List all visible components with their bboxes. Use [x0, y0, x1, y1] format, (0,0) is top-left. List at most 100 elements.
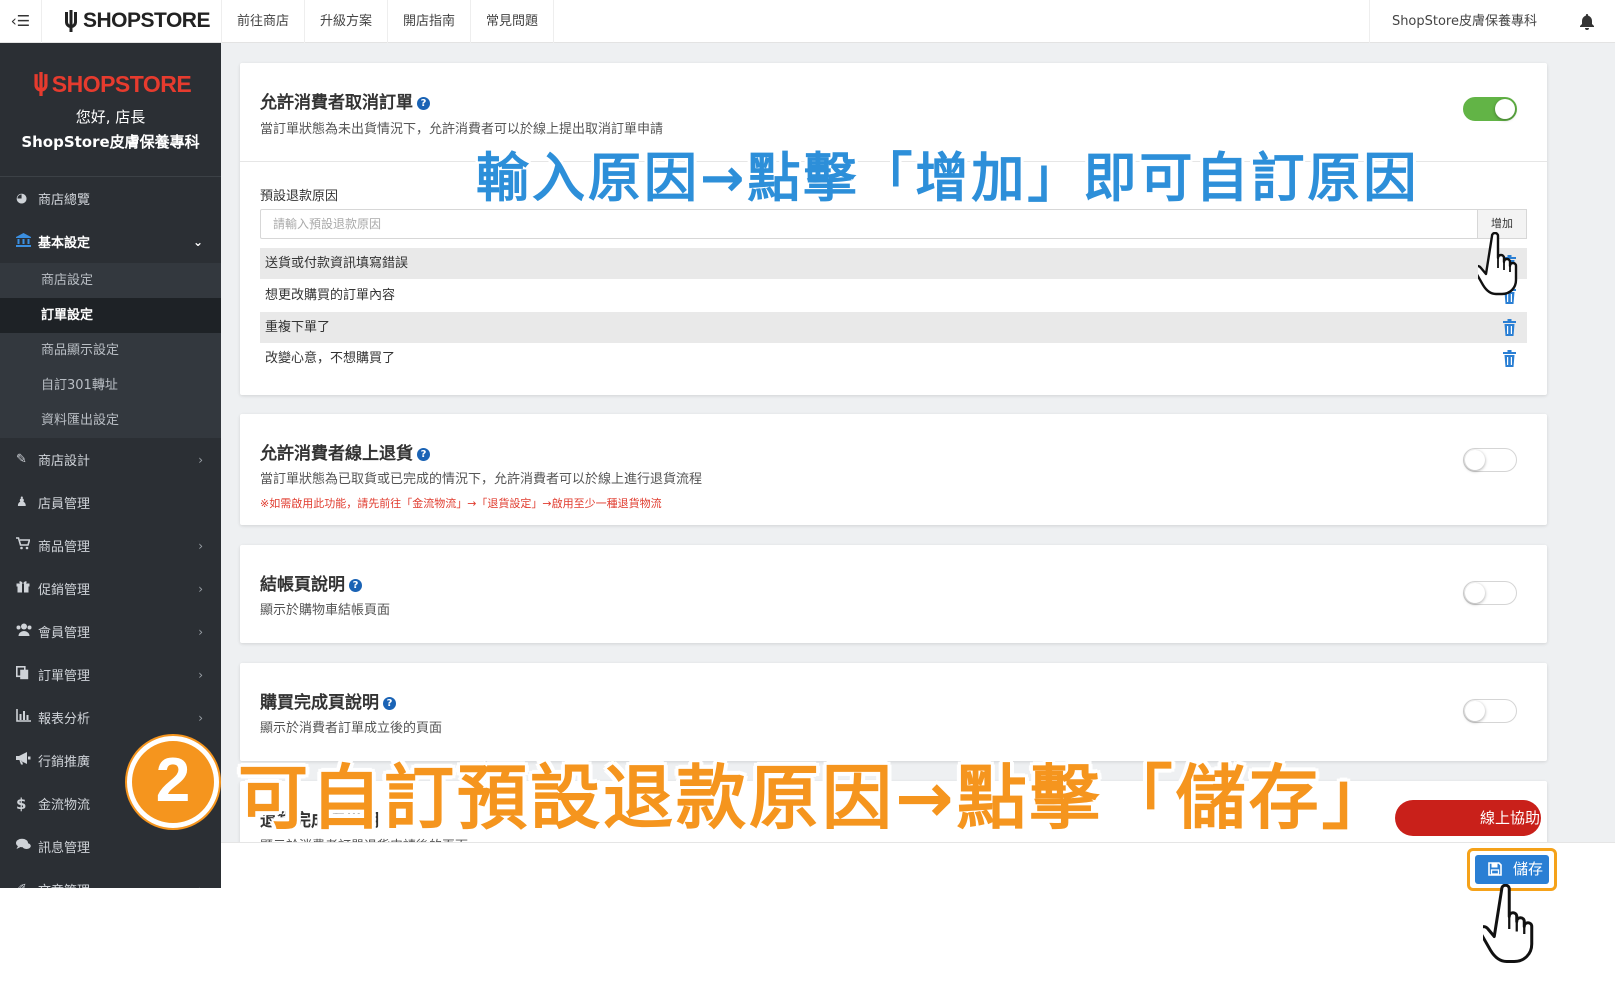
checkout-note-title: 結帳頁說明? [260, 570, 362, 595]
purchase-complete-toggle[interactable] [1463, 699, 1517, 723]
sidebar-item-members[interactable]: 會員管理 › [0, 610, 221, 653]
chevron-right-icon: › [198, 710, 203, 725]
magic-wand-icon: ✎ [16, 452, 27, 467]
sidebar-sub-product-display[interactable]: 商品顯示設定 [0, 333, 221, 368]
sidebar-store-name: ShopStore皮膚保養專科 [21, 133, 200, 151]
reason-text: 送貨或付款資訊填寫錯誤 [265, 256, 409, 271]
cancel-order-title: 允許消費者取消訂單? [260, 88, 430, 113]
sidebar-sub-data-export[interactable]: 資料匯出設定 [0, 403, 221, 438]
top-nav: 前往商店 升級方案 開店指南 常見問題 [222, 0, 555, 43]
copy-icon [16, 665, 38, 684]
sidebar-sub-store-settings[interactable]: 商店設定 [0, 263, 221, 298]
sidebar-item-label: 店員管理 [38, 497, 91, 512]
sidebar-brand: SHOPSTORE 您好, 店長 ShopStore皮膚保養專科 [0, 43, 221, 177]
online-return-desc: 當訂單狀態為已取貨或已完成的情況下，允許消費者可以於線上進行退貨流程 [260, 472, 703, 487]
online-return-toggle[interactable] [1463, 448, 1517, 472]
nav-faq[interactable]: 常見問題 [471, 0, 555, 43]
sidebar-item-reports[interactable]: 報表分析 › [0, 696, 221, 739]
card-title-text: 購買完成頁說明 [260, 693, 379, 713]
comments-icon [16, 838, 38, 855]
sidebar-item-label: 訂單管理 [38, 669, 91, 684]
reason-row: 送貨或付款資訊填寫錯誤 [260, 248, 1527, 279]
online-return-title: 允許消費者線上退貨? [260, 439, 430, 464]
save-disk-icon [1488, 862, 1502, 876]
sidebar-item-label: 金流物流 [38, 798, 91, 813]
chevron-right-icon: › [198, 624, 203, 639]
checkout-note-desc: 顯示於購物車結帳頁面 [260, 603, 391, 618]
footer-action-bar [221, 842, 1615, 888]
help-question-icon[interactable]: ? [417, 448, 430, 461]
nav-store-guide[interactable]: 開店指南 [388, 0, 472, 43]
cart-icon [16, 537, 38, 554]
chevron-right-icon: › [198, 581, 203, 596]
online-return-card: 允許消費者線上退貨? 當訂單狀態為已取貨或已完成的情況下，允許消費者可以於線上進… [240, 414, 1547, 525]
header-logo[interactable]: SHOPSTORE [42, 0, 222, 43]
sidebar-item-messages[interactable]: 訊息管理 [0, 825, 221, 868]
store-switcher[interactable]: ShopStore皮膚保養專科 [1368, 0, 1559, 43]
nav-go-store[interactable]: 前往商店 [222, 0, 306, 43]
checkout-note-card: 結帳頁說明? 顯示於購物車結帳頁面 [240, 545, 1547, 643]
users-icon [16, 623, 38, 640]
toggle-knob [1495, 99, 1515, 119]
online-help-button[interactable]: 線上協助 [1395, 800, 1541, 836]
logo-mark-icon [62, 10, 80, 32]
chevron-right-icon: › [198, 883, 203, 889]
greeting: 您好, 店長 [75, 108, 146, 126]
sidebar-item-label: 行銷推廣 [38, 755, 91, 770]
help-question-icon[interactable]: ? [417, 97, 430, 110]
chevron-right-icon: › [198, 452, 203, 467]
sidebar-item-label: 商店設計 [38, 454, 91, 469]
sidebar-item-label: 商店總覽 [38, 193, 91, 208]
trash-icon[interactable] [1502, 350, 1517, 367]
toggle-knob [1465, 701, 1485, 721]
reason-row: 重複下單了 [260, 312, 1527, 343]
staff-icon: ♟ [16, 495, 28, 510]
sidebar-item-store-design[interactable]: ✎ 商店設計 › [0, 438, 221, 481]
dashboard-icon: ◕ [16, 191, 28, 206]
bar-chart-icon [16, 709, 38, 726]
toggle-knob [1465, 583, 1485, 603]
save-button[interactable]: 儲存 [1475, 855, 1549, 884]
sidebar-item-label: 促銷管理 [38, 583, 91, 598]
annotation-save-instruction: 可自訂預設退款原因→點擊「儲存」 [238, 757, 1395, 839]
sidebar-sub-301-redirect[interactable]: 自訂301轉址 [0, 368, 221, 403]
refund-reason-input[interactable] [260, 209, 1478, 239]
help-question-icon[interactable]: ? [349, 579, 362, 592]
bell-icon[interactable] [1559, 0, 1615, 43]
refund-reason-label: 預設退款原因 [260, 189, 339, 204]
cancel-order-card: 允許消費者取消訂單? 當訂單狀態為未出貨情況下，允許消費者可以於線上提出取消訂單… [240, 63, 1547, 395]
card-title-text: 允許消費者取消訂單 [260, 93, 413, 113]
sidebar-item-promotions[interactable]: 促銷管理 › [0, 567, 221, 610]
reason-text: 重複下單了 [265, 320, 331, 335]
sidebar-item-label: 報表分析 [38, 712, 91, 727]
sidebar-item-basic-settings[interactable]: 基本設定 ⌄ [0, 220, 221, 263]
sidebar-item-products[interactable]: 商品管理 › [0, 524, 221, 567]
sidebar-item-label: 訊息管理 [38, 841, 91, 856]
chevron-right-icon: › [198, 667, 203, 682]
collapse-menu-icon[interactable]: ‹☰ [0, 0, 42, 43]
bullhorn-icon [16, 752, 38, 769]
sidebar-sub-order-settings[interactable]: 訂單設定 [0, 298, 221, 333]
sidebar-logo-text: SHOPSTORE [51, 71, 192, 97]
step-number-badge: 2 [127, 736, 219, 828]
chevron-right-icon: › [198, 538, 203, 553]
edit-icon: ✐ [16, 882, 38, 888]
checkout-note-toggle[interactable] [1463, 581, 1517, 605]
nav-upgrade-plan[interactable]: 升級方案 [305, 0, 389, 43]
header-logo-text: SHOPSTORE [83, 9, 210, 32]
sidebar-item-label: 文章管理 [38, 880, 90, 888]
sidebar-item-label: 商品管理 [38, 540, 91, 555]
sidebar-item-orders[interactable]: 訂單管理 › [0, 653, 221, 696]
sidebar-item-articles[interactable]: ✐ 文章管理 › [0, 868, 221, 888]
cancel-order-desc: 當訂單狀態為未出貨情況下，允許消費者可以於線上提出取消訂單申請 [260, 122, 664, 137]
sidebar-item-staff[interactable]: ♟ 店員管理 [0, 481, 221, 524]
sidebar-item-store-overview[interactable]: ◕ 商店總覽 [0, 177, 221, 220]
trash-icon[interactable] [1502, 319, 1517, 336]
annotation-add-instruction: 輸入原因→點擊「增加」即可自訂原因 [476, 148, 1420, 209]
help-question-icon[interactable]: ? [383, 697, 396, 710]
cancel-order-toggle[interactable] [1463, 97, 1517, 121]
save-button-label: 儲存 [1513, 860, 1544, 878]
gift-icon [16, 580, 38, 597]
sidebar-logo: SHOPSTORE [0, 71, 221, 98]
sidebar-item-label: 基本設定 [38, 236, 91, 251]
